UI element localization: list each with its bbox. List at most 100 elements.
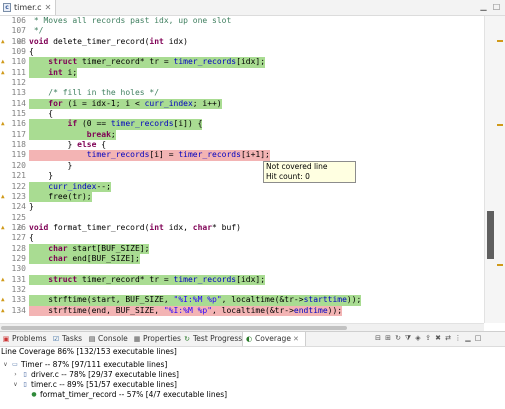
warning-icon[interactable]: ▲	[1, 297, 5, 303]
code-line[interactable]: 120 }	[0, 161, 484, 171]
vertical-scrollbar[interactable]	[484, 16, 505, 323]
filter-icon[interactable]: ⧩	[404, 334, 412, 343]
warning-icon[interactable]: ▲	[1, 59, 5, 65]
minimize-view-icon[interactable]: ▁	[464, 334, 472, 343]
minimize-icon[interactable]: ▁	[479, 2, 488, 11]
code-line[interactable]: 121 }	[0, 171, 484, 181]
code-line[interactable]: 129 char end[BUF_SIZE];	[0, 253, 484, 265]
code-text: free(tr);	[29, 191, 92, 203]
view-menu-icon[interactable]: ⋮	[454, 334, 462, 343]
tree-row-driver-c[interactable]: › ▯ driver.c -- 78% [29/37 executable li…	[12, 370, 179, 380]
code-line[interactable]: 119 timer_records[i] = timer_records[i+1…	[0, 150, 484, 161]
collapse-all-icon[interactable]: ⊟	[374, 334, 382, 343]
code-token: else	[77, 140, 97, 150]
code-line[interactable]: 112	[0, 78, 484, 88]
code-line[interactable]: 128 char start[BUF_SIZE];	[0, 243, 484, 254]
expanded-chevron-icon[interactable]: ∨	[12, 380, 19, 390]
coverage-icon: ◐	[245, 335, 253, 343]
export-icon[interactable]: ⇪	[424, 334, 432, 343]
warning-icon[interactable]: ▲	[1, 38, 5, 45]
code-token: char	[48, 253, 68, 263]
warning-icon[interactable]: ▲	[1, 276, 5, 283]
code-line[interactable]: 117 break;	[0, 129, 484, 141]
editor-tab-timer-c[interactable]: c timer.c ✕	[0, 0, 57, 15]
tab-test-progress-label: Test Progress	[193, 334, 243, 343]
code-token: endtime	[293, 305, 328, 315]
tree-row-timer[interactable]: ∨ ▭ Timer -- 87% [97/111 executable line…	[2, 360, 167, 370]
code-line[interactable]: 122 curr_index--;	[0, 181, 484, 192]
code-token: [i]) {	[173, 119, 203, 129]
tree-row-label: Timer -- 87% [97/111 executable lines]	[21, 360, 168, 369]
vertical-scroll-thumb[interactable]	[487, 211, 494, 259]
code-text: char start[BUF_SIZE];	[29, 243, 150, 254]
code-text: } else {	[29, 140, 107, 150]
code-token: [i] =	[149, 150, 179, 160]
overview-marker[interactable]	[497, 124, 503, 126]
code-line[interactable]: 132	[0, 285, 484, 295]
warning-icon[interactable]: ▲	[1, 69, 5, 76]
warning-icon[interactable]: ▲	[1, 121, 5, 127]
warning-icon[interactable]: ▲	[1, 193, 5, 200]
highlight-icon[interactable]: ◈	[414, 334, 422, 343]
horizontal-scroll-thumb[interactable]	[1, 326, 347, 330]
code-line[interactable]: 127{	[0, 233, 484, 243]
line-number: 130	[11, 264, 26, 274]
code-token: delete_timer_record(	[48, 36, 150, 46]
code-token: struct	[48, 274, 78, 284]
code-line[interactable]: 106 * Moves all records past idx, up one…	[0, 16, 484, 26]
refresh-icon[interactable]: ↻	[394, 334, 402, 343]
fold-toggle-icon[interactable]: ⊖	[18, 223, 23, 233]
tree-row-format-timer-record[interactable]: ● format_timer_record -- 57% [4/7 execut…	[30, 390, 227, 400]
tab-test-progress[interactable]: ↻ Test Progress	[183, 332, 242, 346]
code-line[interactable]: 110 ▲ struct timer_record* tr = timer_rec…	[0, 57, 484, 68]
code-line[interactable]: 115 {	[0, 109, 484, 119]
maximize-icon[interactable]: □	[492, 2, 501, 11]
collapsed-chevron-icon[interactable]: ›	[12, 370, 19, 380]
fold-toggle-icon[interactable]: ⊖	[18, 37, 23, 47]
overview-marker[interactable]	[497, 264, 503, 266]
tab-console[interactable]: ▤ Console	[88, 332, 128, 346]
code-line[interactable]: 133 ▲ strftime(start, BUF_SIZE, "%I:%M %p…	[0, 295, 484, 306]
tab-problems[interactable]: ▣ Problems	[2, 332, 47, 346]
code-line[interactable]: 113 /* fill in the holes */	[0, 88, 484, 98]
warning-icon[interactable]: ▲	[1, 224, 5, 231]
code-line[interactable]: 125	[0, 213, 484, 223]
expanded-chevron-icon[interactable]: ∨	[2, 360, 9, 370]
close-icon[interactable]: ✕	[293, 332, 299, 346]
code-line[interactable]: 134 ▲ strftime(end, BUF_SIZE, "%I:%M %p",…	[0, 305, 484, 316]
code-line[interactable]: 107 */	[0, 26, 484, 36]
code-line[interactable]: 111 ▲ int i;	[0, 67, 484, 79]
code-line[interactable]: 126 ▲ ⊖ void format_timer_record(int idx, c…	[0, 223, 484, 233]
code-token: "%I:%M %p"	[163, 305, 213, 315]
project-icon: ▭	[12, 361, 18, 368]
code-line[interactable]: 118 } else {	[0, 140, 484, 150]
tab-coverage[interactable]: ◐ Coverage ✕	[242, 332, 306, 346]
line-number: 127	[11, 233, 26, 243]
code-token: format_timer_record(	[48, 222, 150, 232]
close-icon[interactable]: ✕	[45, 0, 52, 15]
clear-icon[interactable]: ✖	[434, 334, 442, 343]
tab-tasks[interactable]: ☑ Tasks	[52, 332, 82, 346]
code-line[interactable]: 123 ▲ free(tr);	[0, 191, 484, 203]
code-line[interactable]: 114 for (i = idx-1; i < curr_index; i++)	[0, 98, 484, 110]
code-line[interactable]: 130	[0, 264, 484, 274]
code-text: {	[29, 47, 34, 57]
coverage-tree[interactable]: ∨ ▭ Timer -- 87% [97/111 executable line…	[0, 357, 505, 409]
code-token: ; i++)	[192, 98, 222, 108]
code-text: }	[29, 202, 34, 212]
warning-icon[interactable]: ▲	[1, 307, 5, 314]
expand-all-icon[interactable]: ⊞	[384, 334, 392, 343]
tab-properties[interactable]: ▦ Properties	[133, 332, 181, 346]
link-icon[interactable]: ⇄	[444, 334, 452, 343]
code-line[interactable]: 131 ▲ struct timer_record* tr = timer_rec…	[0, 274, 484, 285]
tree-row-timer-c[interactable]: ∨ ▯ timer.c -- 89% [51/57 executable lin…	[12, 380, 177, 390]
code-line[interactable]: 116 ▲ if (0 == timer_records[i]) {	[0, 119, 484, 130]
maximize-view-icon[interactable]: □	[474, 334, 482, 343]
overview-marker[interactable]	[497, 40, 503, 42]
code-line[interactable]: 108 ▲ ⊖ void delete_timer_record(int idx)	[0, 37, 484, 47]
code-line[interactable]: 109{	[0, 47, 484, 57]
code-line[interactable]: 124}	[0, 202, 484, 212]
code-editor[interactable]: 106 * Moves all records past idx, up one…	[0, 16, 484, 323]
